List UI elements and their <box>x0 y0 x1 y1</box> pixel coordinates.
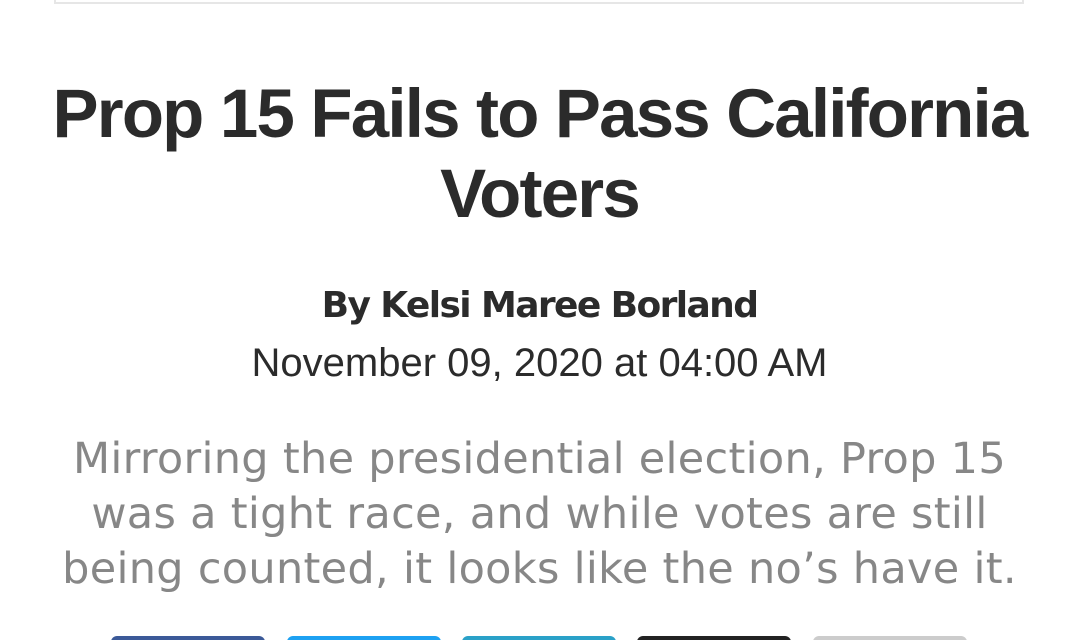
share-bar <box>0 636 1079 640</box>
article-date: November 09, 2020 at 04:00 AM <box>251 341 828 385</box>
article-title: Prop 15 Fails to Pass California Voters <box>52 75 1029 232</box>
article-summary: Mirroring the presidential election, Pro… <box>62 434 1017 594</box>
ad-banner-frame <box>54 0 1024 4</box>
email-share-button[interactable] <box>637 636 791 640</box>
article-page: Prop 15 Fails to Pass California Voters … <box>0 0 1079 640</box>
linkedin-share-button[interactable] <box>462 636 616 640</box>
twitter-share-button[interactable] <box>287 636 441 640</box>
more-share-button[interactable] <box>813 636 967 640</box>
article-byline[interactable]: By Kelsi Maree Borland <box>0 282 1079 330</box>
facebook-share-button[interactable] <box>111 636 265 640</box>
